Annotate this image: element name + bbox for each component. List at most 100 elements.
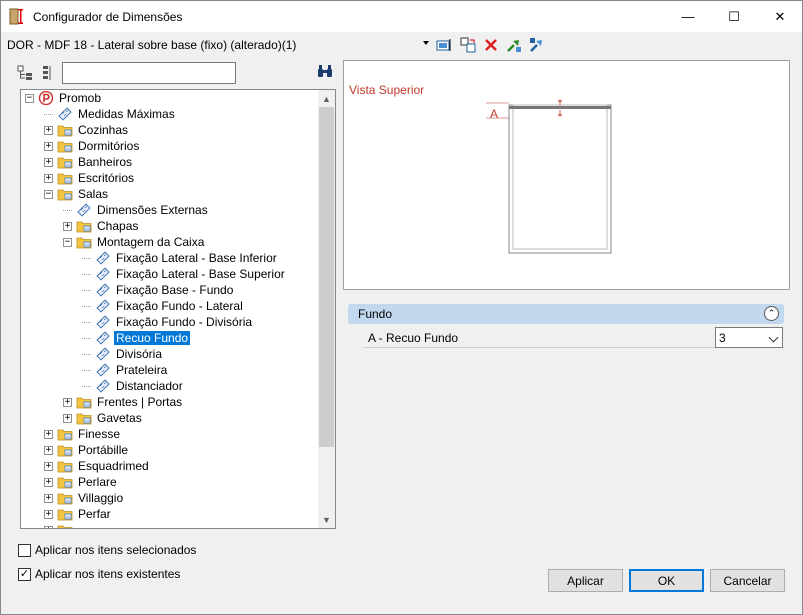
collapse-icon[interactable]: − [44,189,53,199]
document-selector[interactable]: DOR - MDF 18 - Lateral sobre base (fixo)… [7,38,296,52]
tape-icon [95,251,114,265]
chevron-down-icon[interactable] [768,332,779,343]
apply-selected-checkbox[interactable]: Aplicar nos itens selecionados [18,542,196,558]
expand-tree-icon[interactable] [17,65,33,81]
tree-connector [82,369,91,371]
expand-icon[interactable]: + [63,413,72,423]
tree-item-label: Prateleira [116,363,168,377]
collapse-icon[interactable]: − [25,93,34,103]
tree-item[interactable]: − Salas [44,186,110,202]
tree-item[interactable]: Fixação Lateral - Base Superior [82,266,287,282]
tape-icon [95,347,114,361]
scroll-up-arrow[interactable]: ▲ [318,90,335,107]
folder-icon [57,123,76,137]
tree-item[interactable]: + Villaggio [44,490,125,506]
apply-button[interactable]: Aplicar [548,569,623,592]
tree-connector [82,273,91,275]
delete-icon[interactable] [482,36,500,54]
tree-item[interactable]: Fixação Lateral - Base Inferior [82,250,279,266]
checkbox-box-checked[interactable]: ✓ [18,567,31,581]
property-group-label: Fundo [358,307,393,321]
tree-item-label: Fixação Lateral - Base Inferior [116,251,277,265]
scroll-thumb[interactable] [319,107,334,447]
copy-dimension-icon[interactable] [459,36,477,54]
expand-icon[interactable]: + [44,477,53,487]
select-item-icon[interactable] [435,36,453,54]
tree-item[interactable]: + Dormitórios [44,138,141,154]
expand-icon[interactable]: + [44,141,53,151]
tree-item[interactable]: + Gavetas [63,410,144,426]
promob-logo-icon [38,91,57,105]
tree-item[interactable]: + [44,522,80,528]
checkbox-box[interactable] [18,543,31,557]
ok-button[interactable]: OK [629,569,704,592]
expand-icon[interactable]: + [63,221,72,231]
folder-icon [57,507,76,521]
collapse-tree-icon[interactable] [41,65,55,81]
export-icon[interactable] [505,36,523,54]
expand-icon[interactable]: + [44,125,53,135]
apply-existing-checkbox[interactable]: ✓ Aplicar nos itens existentes [18,566,180,582]
collapse-icon[interactable]: ⌃ [764,306,779,321]
property-group-header[interactable]: Fundo ⌃ [348,304,784,324]
tree-item-label: Medidas Máximas [78,107,175,121]
tree-item[interactable]: Fixação Fundo - Divisória [82,314,254,330]
tree-item[interactable]: + Cozinhas [44,122,130,138]
minimize-button[interactable]: — [665,1,711,32]
tree-item[interactable]: + Perlare [44,474,119,490]
chevron-down-icon[interactable] [423,41,429,45]
tree-item-label: Perlare [78,475,117,489]
folder-icon [57,523,76,528]
tree-scrollbar[interactable]: ▲ ▼ [318,90,335,528]
tree-connector [82,385,91,387]
expand-icon[interactable]: + [44,157,53,167]
tape-icon [95,315,114,329]
property-value: 3 [719,331,726,345]
tree-item[interactable]: + Esquadrimed [44,458,151,474]
tree-item-label: Perfar [78,507,111,521]
tree-item[interactable]: Fixação Fundo - Lateral [82,298,245,314]
expand-icon[interactable]: + [44,461,53,471]
expand-icon[interactable]: + [44,509,53,519]
tree-item[interactable]: Dimensões Externas [63,202,210,218]
tree-item[interactable]: Distanciador [82,378,185,394]
tree-item[interactable]: + Banheiros [44,154,134,170]
tree-item[interactable]: Fixação Base - Fundo [82,282,235,298]
import-icon[interactable] [528,36,546,54]
tree-item[interactable]: − Montagem da Caixa [63,234,206,250]
tree-connector [82,305,91,307]
tree-item[interactable]: + Perfar [44,506,113,522]
tree-search-input[interactable] [62,62,236,84]
tree-item[interactable]: + Frentes | Portas [63,394,184,410]
close-button[interactable]: ✕ [757,1,803,32]
folder-icon [57,155,76,169]
tree-item[interactable]: + Escritórios [44,170,136,186]
tree-item[interactable]: Recuo Fundo [82,330,191,346]
tree-item-label: Cozinhas [78,123,129,137]
tree-item[interactable]: + Portábille [44,442,130,458]
tree-item-label: Fixação Lateral - Base Superior [116,267,285,281]
category-tree[interactable]: − Promob Medidas Máximas + Cozinhas + Dormitór… [20,89,336,529]
folder-icon [57,459,76,473]
tape-icon [95,299,114,313]
tree-connector [82,289,91,291]
expand-icon[interactable]: + [44,525,53,528]
property-value-dropdown[interactable]: 3 [715,327,783,348]
expand-icon[interactable]: + [44,445,53,455]
expand-icon[interactable]: + [44,493,53,503]
expand-icon[interactable]: + [44,429,53,439]
expand-icon[interactable]: + [63,397,72,407]
maximize-button[interactable]: ☐ [711,1,757,32]
cancel-button[interactable]: Cancelar [710,569,785,592]
binoculars-icon[interactable] [317,64,333,78]
tree-item[interactable]: Prateleira [82,362,169,378]
tree-item-label: Montagem da Caixa [97,235,205,249]
tree-item[interactable]: − Promob [25,90,103,106]
tree-item[interactable]: + Chapas [63,218,140,234]
collapse-icon[interactable]: − [63,237,72,247]
scroll-down-arrow[interactable]: ▼ [318,511,335,528]
tree-item[interactable]: + Finesse [44,426,122,442]
tree-item[interactable]: Divisória [82,346,164,362]
expand-icon[interactable]: + [44,173,53,183]
tree-item[interactable]: Medidas Máximas [44,106,177,122]
